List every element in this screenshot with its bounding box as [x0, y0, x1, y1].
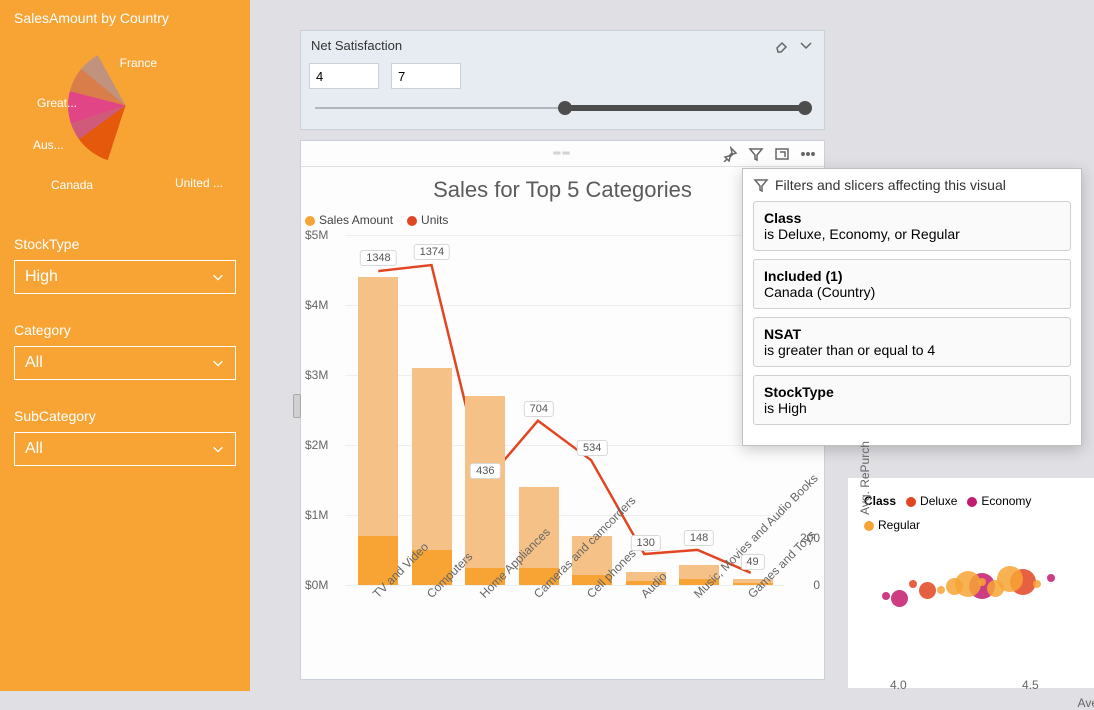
y-tick: $1M	[305, 508, 328, 522]
sat-slider[interactable]	[315, 99, 810, 117]
pie-label-great: Great...	[37, 96, 77, 110]
unit-label: 436	[470, 463, 500, 479]
filter-icon[interactable]	[748, 146, 764, 162]
scatter-xlabel: Ave	[1078, 696, 1094, 710]
unit-label: 534	[577, 440, 607, 456]
sidebar: SalesAmount by Country France Great... A…	[0, 0, 250, 691]
legend-units: Units	[421, 213, 448, 227]
scatter-bubble[interactable]	[1033, 580, 1041, 588]
category-slicer: Category All	[14, 322, 236, 380]
funnel-icon	[753, 177, 769, 193]
sat-low-input[interactable]	[309, 63, 379, 89]
y-tick: $3M	[305, 368, 328, 382]
y-tick: $0M	[305, 578, 328, 592]
filters-popover: Filters and slicers affecting this visua…	[742, 168, 1082, 446]
sat-handle-high[interactable]	[798, 101, 812, 115]
category-value: All	[25, 354, 43, 372]
scatter-xtick-a: 4.0	[890, 678, 907, 692]
pie-label-france: France	[120, 56, 157, 70]
filter-card[interactable]: Included (1)Canada (Country)	[753, 259, 1071, 309]
eraser-icon[interactable]	[774, 37, 790, 53]
net-satisfaction-title: Net Satisfaction	[311, 38, 402, 53]
legend-deluxe: Deluxe	[920, 494, 957, 508]
filter-card[interactable]: NSATis greater than or equal to 4	[753, 317, 1071, 367]
category-label: Category	[14, 322, 236, 338]
scatter-bubble[interactable]	[891, 590, 908, 607]
main-chart-header: ══	[301, 141, 824, 167]
unit-label: 704	[524, 401, 554, 417]
chevron-down-icon[interactable]	[798, 37, 814, 53]
legend-dot-economy	[967, 497, 977, 507]
subcategory-label: SubCategory	[14, 408, 236, 424]
legend-regular: Regular	[878, 518, 920, 532]
scatter-legend: Class Deluxe Economy Regular	[848, 478, 1094, 536]
net-satisfaction-card: Net Satisfaction	[300, 30, 825, 130]
pie-card: SalesAmount by Country France Great... A…	[14, 10, 236, 208]
scatter-bubble[interactable]	[937, 586, 945, 594]
chevron-down-icon	[211, 442, 225, 456]
scatter-bubble[interactable]	[909, 580, 917, 588]
chevron-down-icon	[211, 270, 225, 284]
legend-dot-deluxe	[906, 497, 916, 507]
pie-label-united: United ...	[175, 176, 223, 190]
scatter-bubble[interactable]	[997, 566, 1023, 592]
y-tick: $5M	[305, 228, 328, 242]
pin-icon[interactable]	[722, 146, 738, 162]
resize-handle[interactable]	[293, 394, 301, 418]
scatter-bubble[interactable]	[882, 592, 890, 600]
unit-label: 148	[684, 530, 714, 546]
category-select[interactable]: All	[14, 346, 236, 380]
pie-label-canada: Canada	[51, 178, 93, 192]
subcategory-slicer: SubCategory All	[14, 408, 236, 466]
stocktype-select[interactable]: High	[14, 260, 236, 294]
drag-handle-icon[interactable]: ══	[553, 148, 571, 159]
stocktype-slicer: StockType High	[14, 236, 236, 294]
filter-card[interactable]: StockTypeis High	[753, 375, 1071, 425]
scatter-ylabel: Avg. RePurch	[858, 428, 872, 528]
pie-chart[interactable]: France Great... Aus... Canada United ...	[45, 48, 205, 208]
more-options-icon[interactable]	[800, 146, 816, 162]
subcategory-select[interactable]: All	[14, 432, 236, 466]
legend-economy: Economy	[981, 494, 1031, 508]
y-tick: $2M	[305, 438, 328, 452]
y-tick: $4M	[305, 298, 328, 312]
scatter-card: Class Deluxe Economy Regular Avg. RePurc…	[848, 478, 1094, 688]
pie-label-aus: Aus...	[33, 138, 64, 152]
focus-mode-icon[interactable]	[774, 146, 790, 162]
legend-dot-sales	[305, 216, 315, 226]
pie-title: SalesAmount by Country	[14, 10, 236, 26]
scatter-bubble[interactable]	[978, 578, 986, 586]
scatter-bubble[interactable]	[1047, 574, 1055, 582]
filters-heading: Filters and slicers affecting this visua…	[775, 177, 1006, 193]
scatter-plot[interactable]: 4.0 4.5 Ave	[872, 536, 1092, 676]
legend-sales: Sales Amount	[319, 213, 393, 227]
sat-handle-low[interactable]	[558, 101, 572, 115]
chevron-down-icon	[211, 356, 225, 370]
legend-dot-units	[407, 216, 417, 226]
sat-high-input[interactable]	[391, 63, 461, 89]
scatter-bubble[interactable]	[919, 582, 936, 599]
unit-label: 1348	[360, 250, 396, 266]
scatter-xtick-b: 4.5	[1022, 678, 1039, 692]
subcategory-value: All	[25, 440, 43, 458]
unit-label: 1374	[414, 244, 450, 260]
filter-card[interactable]: Classis Deluxe, Economy, or Regular	[753, 201, 1071, 251]
stocktype-label: StockType	[14, 236, 236, 252]
stocktype-value: High	[25, 268, 58, 286]
